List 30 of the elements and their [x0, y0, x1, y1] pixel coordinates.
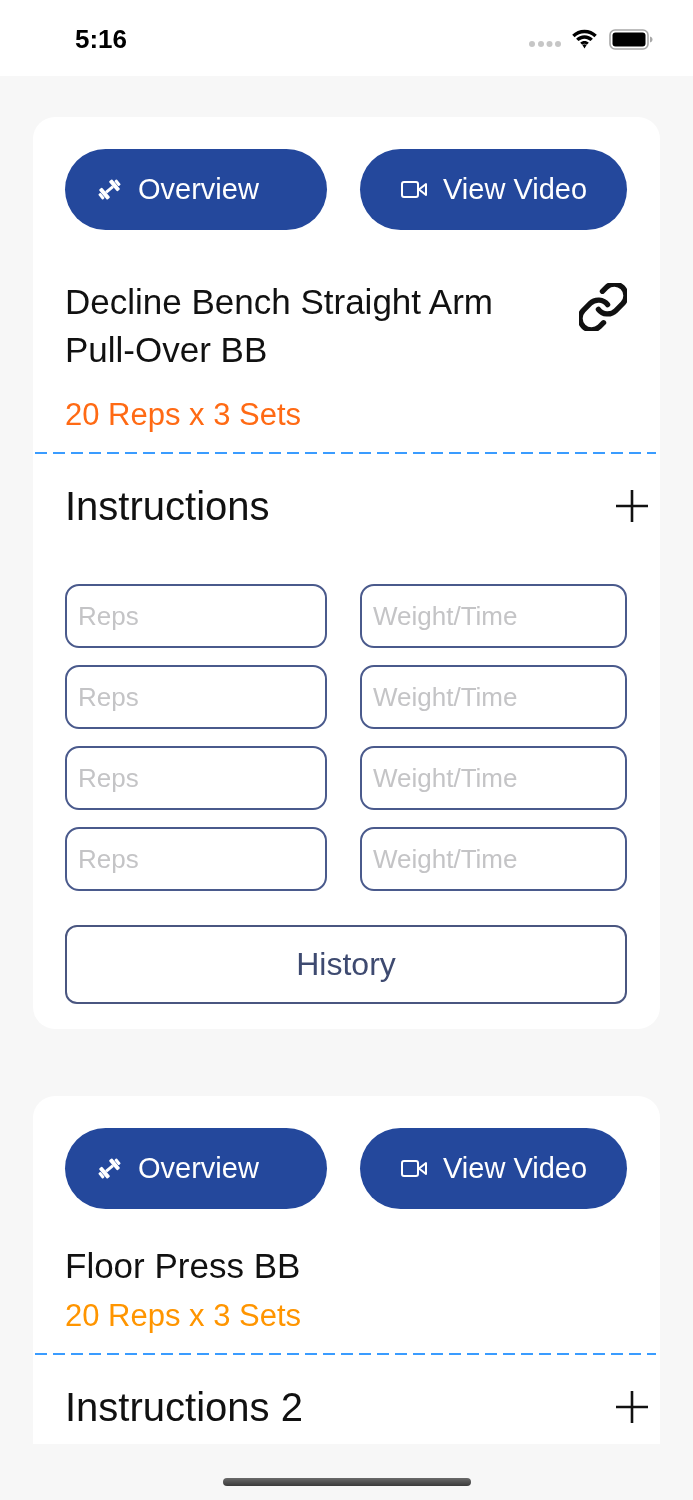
reps-field[interactable]: Reps — [65, 665, 327, 729]
dumbbell-icon — [97, 1157, 122, 1180]
weight-time-field[interactable]: Weight/Time — [360, 665, 627, 729]
link-icon[interactable] — [579, 283, 627, 331]
cellular-signal-icon — [529, 41, 561, 47]
plus-icon[interactable] — [616, 490, 648, 522]
overview-button[interactable]: Overview — [65, 149, 327, 230]
wifi-icon — [571, 29, 598, 49]
reps-sets-text: 20 Reps x 3 Sets — [65, 396, 303, 434]
reps-sets-text: 20 Reps x 3 Sets — [65, 1297, 303, 1335]
history-button[interactable]: History — [65, 925, 627, 1004]
status-time: 5:16 — [75, 23, 129, 55]
video-camera-icon — [401, 181, 427, 198]
reps-field[interactable]: Reps — [65, 584, 327, 648]
video-camera-icon — [401, 1160, 427, 1177]
exercise-title: Decline Bench Straight Arm Pull-Over BB — [65, 281, 494, 371]
dumbbell-icon — [97, 178, 122, 201]
instructions-title: Instructions 2 — [65, 1384, 303, 1430]
reps-field[interactable]: Reps — [65, 746, 327, 810]
instructions-title: Instructions — [65, 483, 270, 529]
plus-icon[interactable] — [616, 1391, 648, 1423]
view-video-button[interactable]: View Video — [360, 1128, 627, 1209]
overview-button[interactable]: Overview — [65, 1128, 327, 1209]
view-video-button[interactable]: View Video — [360, 149, 627, 230]
weight-time-field[interactable]: Weight/Time — [360, 584, 627, 648]
weight-time-field[interactable]: Weight/Time — [360, 827, 627, 891]
battery-icon — [609, 28, 653, 50]
weight-time-field[interactable]: Weight/Time — [360, 746, 627, 810]
exercise-title: Floor Press BB — [65, 1245, 302, 1287]
reps-field[interactable]: Reps — [65, 827, 327, 891]
